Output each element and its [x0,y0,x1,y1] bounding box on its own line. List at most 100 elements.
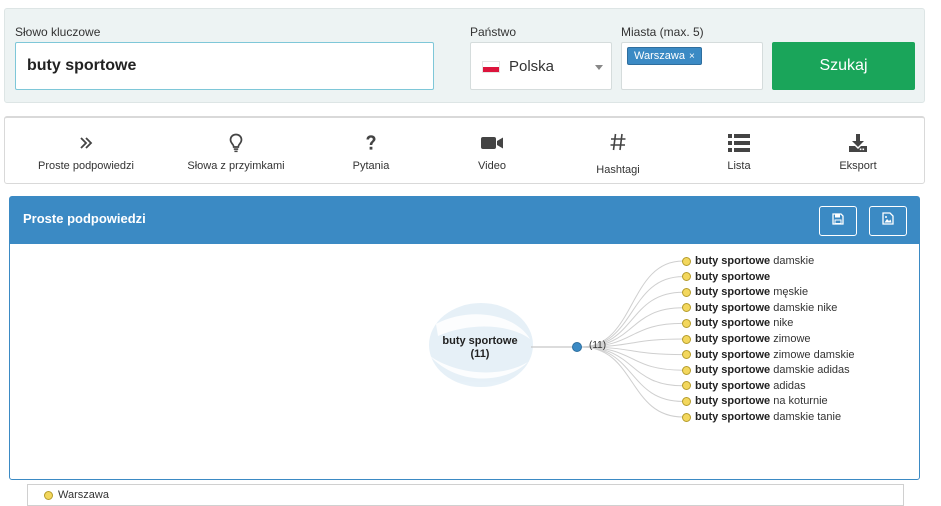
lightbulb-icon [171,132,301,154]
tab-export[interactable]: Eksport [793,118,923,184]
tab-label: Proste podpowiedzi [37,160,134,172]
save-icon [832,212,844,230]
search-button[interactable]: Szukaj [772,42,915,90]
suggestion-suffix: nike [770,317,794,330]
suggestion-keyword: buty sportowe [695,301,771,314]
results-panel: Proste podpowiedzi buty sportowe (11) (1… [9,196,920,506]
list-icon [674,132,804,154]
country-select[interactable]: Polska [470,42,612,90]
tab-hashtags[interactable]: Hashtagi [553,118,683,184]
tree-link [580,260,684,348]
suggestion-item[interactable]: buty sportowe [682,269,770,284]
suggestion-dot-icon [682,334,691,344]
tree-link [580,346,684,387]
tree-link [580,276,684,348]
suggestion-keyword: buty sportowe [695,348,771,361]
tree-link [580,346,684,418]
results-header: Proste podpowiedzi [10,197,919,244]
city-tag-label: Warszawa [634,50,685,62]
suggestion-dot-icon [682,303,691,313]
chevron-down-icon [595,65,603,70]
hashtag-icon [553,131,683,153]
results-title: Proste podpowiedzi [23,211,146,226]
question-mark-icon [306,132,436,154]
suggestion-item[interactable]: buty sportowe damskie adidas [682,363,850,378]
root-count: (11) [470,348,490,360]
legend: Warszawa [27,484,904,506]
legend-item[interactable]: Warszawa [44,489,109,501]
legend-label: Warszawa [58,489,109,501]
suggestion-tree: buty sportowe (11) (11) buty sportowe da… [10,244,919,506]
suggestion-keyword: buty sportowe [695,270,771,283]
image-export-icon [882,212,894,230]
keyword-input[interactable]: buty sportowe [15,42,434,90]
tab-video[interactable]: Video [427,118,557,184]
suggestion-item[interactable]: buty sportowe damskie tanie [682,410,841,425]
suggestion-keyword: buty sportowe [695,286,771,299]
suggestion-suffix: damskie [770,255,815,267]
suggestion-keyword: buty sportowe [695,317,771,330]
tree-link [580,291,684,348]
cities-label: Miasta (max. 5) [621,25,704,39]
poland-flag-icon [482,61,500,73]
remove-tag-icon[interactable]: × [689,51,695,62]
mid-node-count: (11) [589,340,607,351]
suggestion-item[interactable]: buty sportowe adidas [682,378,806,393]
export-image-button[interactable] [869,206,907,236]
legend-dot-icon [44,490,53,500]
suggestion-suffix: damskie tanie [770,411,842,423]
suggestion-dot-icon [682,287,691,297]
tree-root-node[interactable]: buty sportowe (11) [428,335,532,361]
keyword-label: Słowo kluczowe [15,25,101,39]
tab-list[interactable]: Lista [674,118,804,184]
suggestion-suffix: męskie [770,286,809,299]
suggestion-dot-icon [682,365,691,375]
suggestion-dot-icon [682,318,691,328]
suggestion-dot-icon [682,272,691,282]
video-camera-icon [427,132,557,154]
suggestion-suffix: damskie adidas [770,364,850,377]
suggestion-item[interactable]: buty sportowe zimowe damskie [682,347,855,362]
suggestion-dot-icon [682,256,691,266]
country-value: Polska [509,58,555,75]
suggestion-suffix: adidas [770,379,806,392]
country-label: Państwo [470,25,517,39]
suggestion-keyword: buty sportowe [695,411,771,423]
suggestion-keyword: buty sportowe [695,255,771,267]
tool-tabs: Proste podpowiedzi Słowa z przyimkami Py… [4,116,925,184]
suggestion-item[interactable]: buty sportowe nike [682,316,793,331]
download-icon [793,132,923,154]
tab-prepositions[interactable]: Słowa z przyimkami [171,118,301,184]
suggestion-suffix: na koturnie [770,395,828,408]
suggestion-suffix: zimowe [770,333,811,345]
tab-label: Pytania [352,160,390,172]
suggestion-keyword: buty sportowe [695,379,771,392]
suggestion-suffix: damskie nike [770,301,838,314]
tree-links [580,260,684,418]
tab-label: Eksport [839,160,877,172]
suggestion-item[interactable]: buty sportowe damskie [682,254,814,269]
suggestion-keyword: buty sportowe [695,395,771,408]
tree-link [580,346,684,402]
suggestion-item[interactable]: buty sportowe męskie [682,285,808,300]
suggestion-dot-icon [682,381,691,391]
suggestion-dot-icon [682,412,691,422]
double-chevron-right-icon [21,132,151,154]
suggestion-item[interactable]: buty sportowe damskie nike [682,300,837,315]
suggestion-keyword: buty sportowe [695,364,771,377]
suggestion-item[interactable]: buty sportowe na koturnie [682,394,828,409]
city-tag: Warszawa × [627,47,702,65]
save-button[interactable] [819,206,857,236]
cities-input[interactable]: Warszawa × [621,42,763,90]
search-panel: Słowo kluczowe buty sportowe Państwo Pol… [4,8,925,103]
tab-label: Video [478,160,506,172]
tab-questions[interactable]: Pytania [306,118,436,184]
mid-node[interactable] [572,342,582,352]
suggestion-suffix: zimowe damskie [770,348,855,361]
suggestion-keyword: buty sportowe [695,333,771,345]
suggestion-dot-icon [682,350,691,360]
tab-simple-suggestions[interactable]: Proste podpowiedzi [21,118,151,184]
suggestion-item[interactable]: buty sportowe zimowe [682,332,811,347]
root-keyword: buty sportowe [442,335,518,347]
tab-label: Hashtagi [596,164,640,176]
